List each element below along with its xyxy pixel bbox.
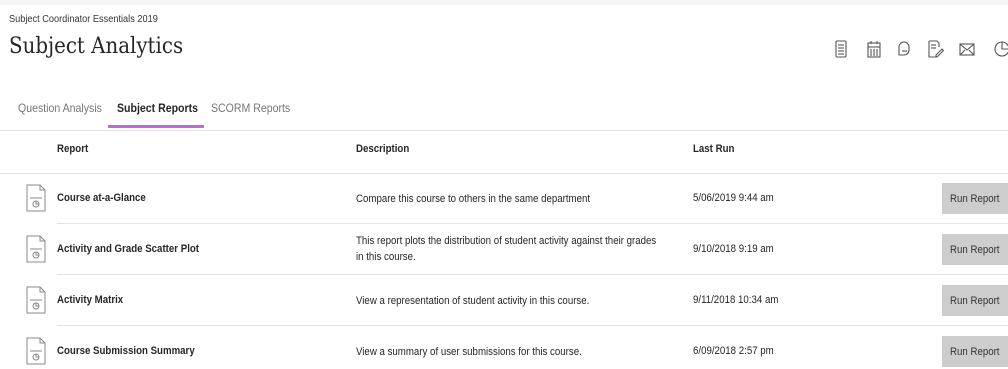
run-report-button-label: Run Report bbox=[950, 294, 1000, 307]
discussion-icon[interactable] bbox=[895, 39, 913, 59]
gradebook-icon[interactable] bbox=[832, 39, 850, 59]
active-tab-indicator bbox=[108, 125, 204, 128]
course-name[interactable]: Subject Coordinator Essentials 2019 bbox=[9, 14, 158, 25]
edit-icon[interactable] bbox=[926, 39, 944, 59]
table-row: Course Submission Summary View a summary… bbox=[0, 326, 1008, 369]
report-document-icon bbox=[24, 337, 48, 365]
run-report-button[interactable]: Run Report bbox=[942, 285, 1008, 316]
run-report-button-label: Run Report bbox=[950, 243, 1000, 256]
report-description: View a representation of student activit… bbox=[356, 295, 590, 307]
report-name[interactable]: Course at-a-Glance bbox=[57, 192, 146, 204]
report-description: This report plots the distribution of st… bbox=[356, 235, 657, 263]
last-run-column-header: Last Run bbox=[693, 143, 735, 155]
report-description: View a summary of user submissions for t… bbox=[356, 346, 582, 358]
run-report-button-label: Run Report bbox=[950, 192, 1000, 205]
description-column-header: Description bbox=[356, 143, 410, 155]
table-row: Activity Matrix View a representation of… bbox=[0, 275, 1008, 326]
report-last-run: 9/10/2018 9:19 am bbox=[693, 243, 774, 255]
report-name[interactable]: Course Submission Summary bbox=[57, 345, 195, 357]
report-name[interactable]: Activity and Grade Scatter Plot bbox=[57, 243, 199, 255]
tab-question-analysis[interactable]: Question Analysis bbox=[18, 100, 102, 130]
calendar-icon[interactable] bbox=[865, 39, 883, 59]
report-column-header: Report bbox=[57, 143, 89, 155]
run-report-button[interactable]: Run Report bbox=[942, 234, 1008, 265]
report-document-icon bbox=[24, 286, 48, 314]
report-description: Compare this course to others in the sam… bbox=[356, 193, 591, 205]
analytics-panel: Subject Coordinator Essentials 2019 Subj… bbox=[0, 5, 1008, 369]
report-document-icon bbox=[24, 235, 48, 263]
report-last-run: 6/09/2018 2:57 pm bbox=[693, 345, 774, 357]
run-report-button[interactable]: Run Report bbox=[942, 183, 1008, 214]
table-row: Activity and Grade Scatter Plot This rep… bbox=[0, 224, 1008, 275]
report-document-icon bbox=[24, 184, 48, 212]
run-report-button-label: Run Report bbox=[950, 345, 1000, 358]
report-last-run: 9/11/2018 10:34 am bbox=[693, 294, 779, 306]
page-title: Subject Analytics bbox=[9, 34, 184, 59]
report-name[interactable]: Activity Matrix bbox=[57, 294, 123, 306]
table-header: Report Description Last Run bbox=[0, 130, 1008, 174]
mail-icon[interactable] bbox=[958, 39, 976, 59]
tab-scorm-reports[interactable]: SCORM Reports bbox=[211, 100, 290, 130]
analytics-icon[interactable] bbox=[992, 39, 1008, 59]
report-last-run: 5/06/2019 9:44 am bbox=[693, 192, 774, 204]
table-row: Course at-a-Glance Compare this course t… bbox=[0, 173, 1008, 224]
run-report-button[interactable]: Run Report bbox=[942, 336, 1008, 367]
